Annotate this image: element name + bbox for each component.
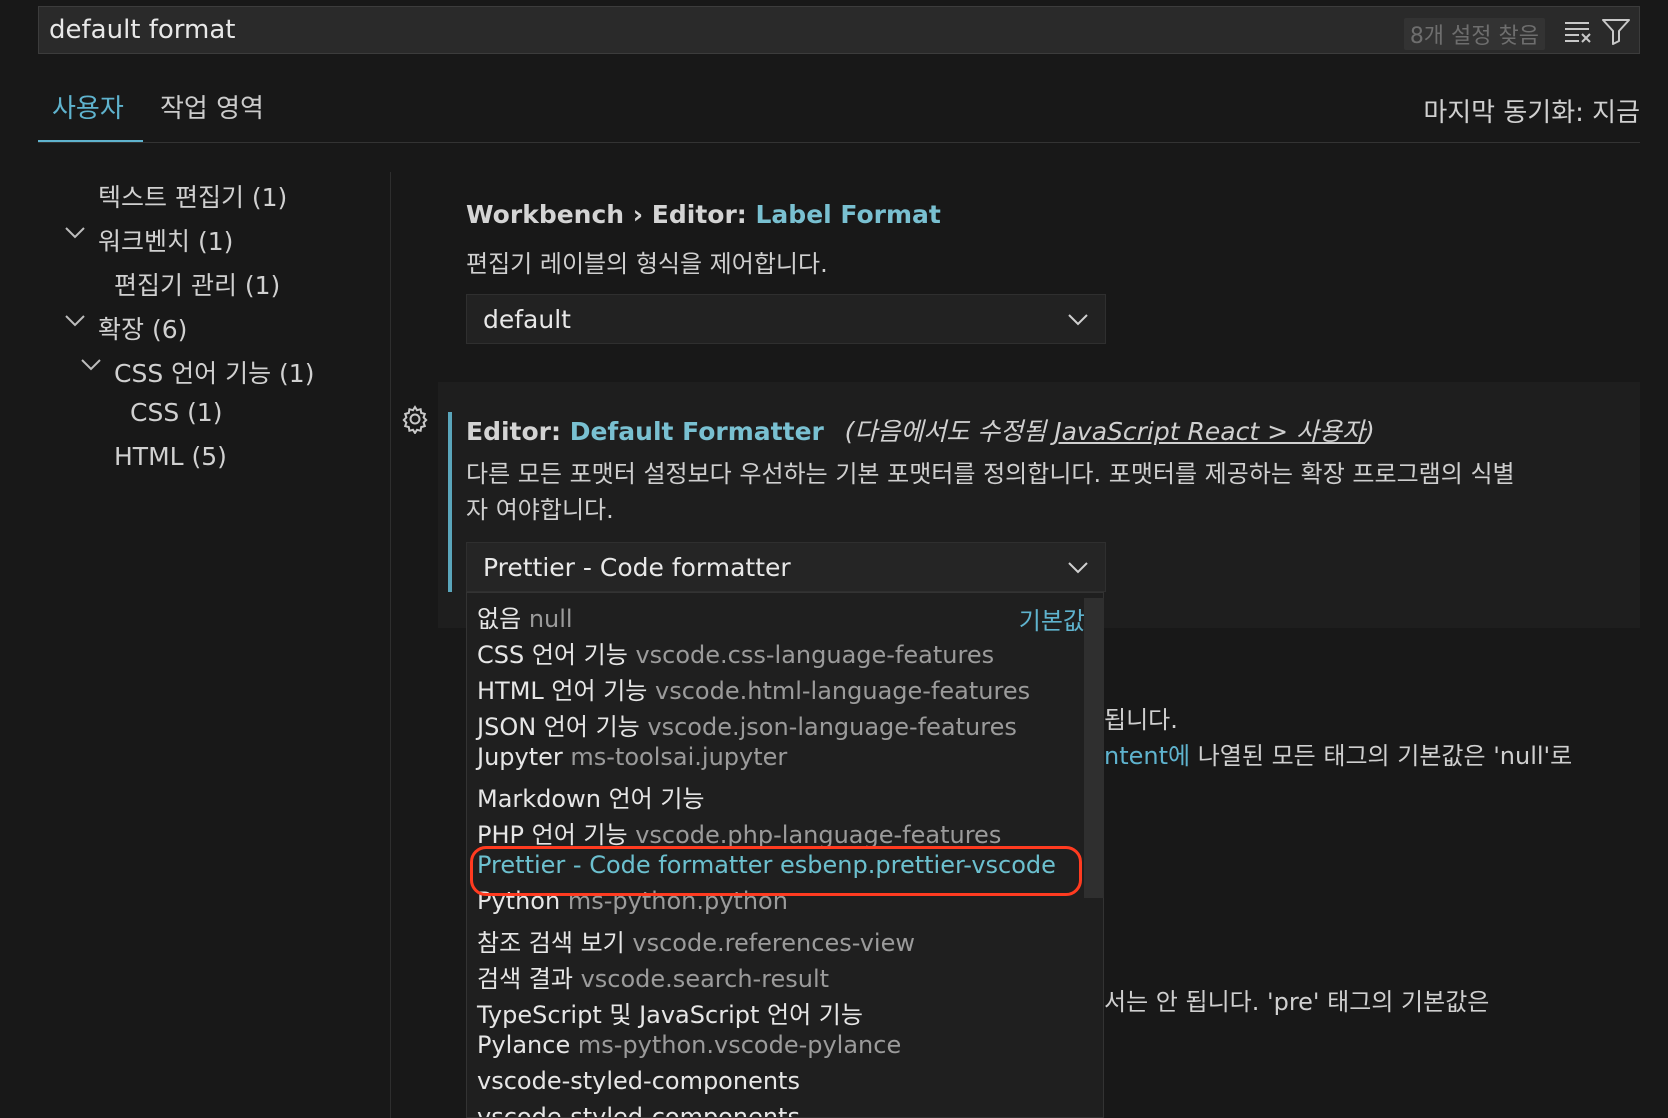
chevron-down-icon[interactable] (80, 354, 102, 379)
default-formatter-select[interactable]: Prettier - Code formatter (466, 542, 1106, 592)
modified-elsewhere-link[interactable]: JavaScript React > 사용자 (1054, 417, 1365, 446)
settings-search-bar[interactable]: default format 8개 설정 찾음 (38, 6, 1640, 54)
default-value-tag: 기본값 (1018, 607, 1085, 635)
dropdown-option[interactable]: 참조 검색 보기 vscode.references-view (477, 923, 915, 958)
setting-description-line2: 자 여야합니다. (466, 496, 614, 524)
dropdown-option[interactable]: HTML 언어 기능 vscode.html-language-features (477, 671, 1030, 706)
dropdown-option[interactable]: vscode-styled-components (477, 1067, 800, 1095)
obscured-setting-link[interactable]: ntent에 (1104, 742, 1190, 770)
dropdown-option[interactable]: 검색 결과 vscode.search-result (477, 959, 829, 994)
chevron-down-icon (1067, 307, 1089, 329)
dropdown-option[interactable]: PHP 언어 기능 vscode.php-language-features (477, 815, 1001, 850)
label-format-select[interactable]: default (466, 294, 1106, 344)
setting-description-line1: 다른 모든 포맷터 설정보다 우선하는 기본 포맷터를 정의합니다. 포맷터를 … (466, 460, 1515, 488)
dropdown-option[interactable]: JSON 언어 기능 vscode.json-language-features (477, 707, 1017, 742)
dropdown-option[interactable]: Markdown 언어 기능 (477, 779, 705, 814)
sync-status: 마지막 동기화: 지금 (1423, 98, 1640, 128)
modified-elsewhere-note: (다음에서도 수정됨 JavaScript React > 사용자) (844, 417, 1375, 446)
select-value: default (483, 305, 571, 334)
chevron-down-icon[interactable] (64, 222, 86, 247)
chevron-down-icon (1067, 555, 1089, 577)
obscured-setting-text: ntent에 나열된 모든 태그의 기본값은 'null'로 (1104, 742, 1573, 770)
setting-description: 편집기 레이블의 형식을 제어합니다. (466, 250, 828, 278)
dropdown-option[interactable]: Jupyter ms-toolsai.jupyter (477, 743, 787, 771)
tabs-divider (38, 142, 1640, 143)
obscured-setting-text: 서는 안 됩니다. 'pre' 태그의 기본값은 (1104, 988, 1490, 1016)
tree-item-html[interactable]: HTML (5) (114, 442, 227, 471)
setting-title-label-format: Workbench › Editor: Label Format (466, 200, 941, 229)
setting-name: Label Format (755, 200, 941, 229)
dropdown-option[interactable]: Pylance ms-python.vscode-pylance (477, 1031, 901, 1059)
dropdown-option[interactable]: vscode-styled-components (477, 1103, 800, 1117)
tab-user[interactable]: 사용자 (52, 88, 124, 125)
setting-title-default-formatter: Editor: Default Formatter (다음에서도 수정됨 Jav… (466, 412, 1375, 448)
tree-item-text-editor[interactable]: 텍스트 편집기 (1) (98, 178, 287, 214)
tree-item-workbench[interactable]: 워크벤치 (1) (98, 222, 233, 258)
tab-workspace[interactable]: 작업 영역 (160, 88, 264, 125)
dropdown-scrollbar[interactable] (1084, 598, 1104, 898)
chevron-down-icon[interactable] (64, 310, 86, 335)
tree-item-css-language-features[interactable]: CSS 언어 기능 (1) (114, 354, 314, 390)
focus-indicator (448, 412, 452, 592)
tree-item-css[interactable]: CSS (1) (130, 398, 223, 427)
annotation-highlight-ring (470, 846, 1082, 896)
select-value: Prettier - Code formatter (483, 553, 791, 582)
filter-icon[interactable] (1601, 17, 1631, 45)
tree-item-editor-management[interactable]: 편집기 관리 (1) (114, 266, 280, 302)
setting-name: Default Formatter (569, 417, 824, 446)
dropdown-option[interactable]: 없음 null (477, 599, 573, 634)
search-input[interactable]: default format (49, 15, 236, 45)
dropdown-option[interactable]: CSS 언어 기능 vscode.css-language-features (477, 635, 994, 670)
tree-divider (390, 172, 391, 1118)
tree-item-extensions[interactable]: 확장 (6) (98, 310, 187, 346)
setting-category: Editor: (466, 417, 570, 446)
search-result-count: 8개 설정 찾음 (1403, 18, 1545, 50)
gear-icon[interactable] (400, 404, 430, 435)
clear-filter-icon[interactable] (1563, 17, 1593, 45)
obscured-setting-text: 됩니다. (1104, 706, 1178, 734)
dropdown-option[interactable]: TypeScript 및 JavaScript 언어 기능 (477, 995, 863, 1030)
setting-category: Workbench › Editor: (466, 200, 756, 229)
